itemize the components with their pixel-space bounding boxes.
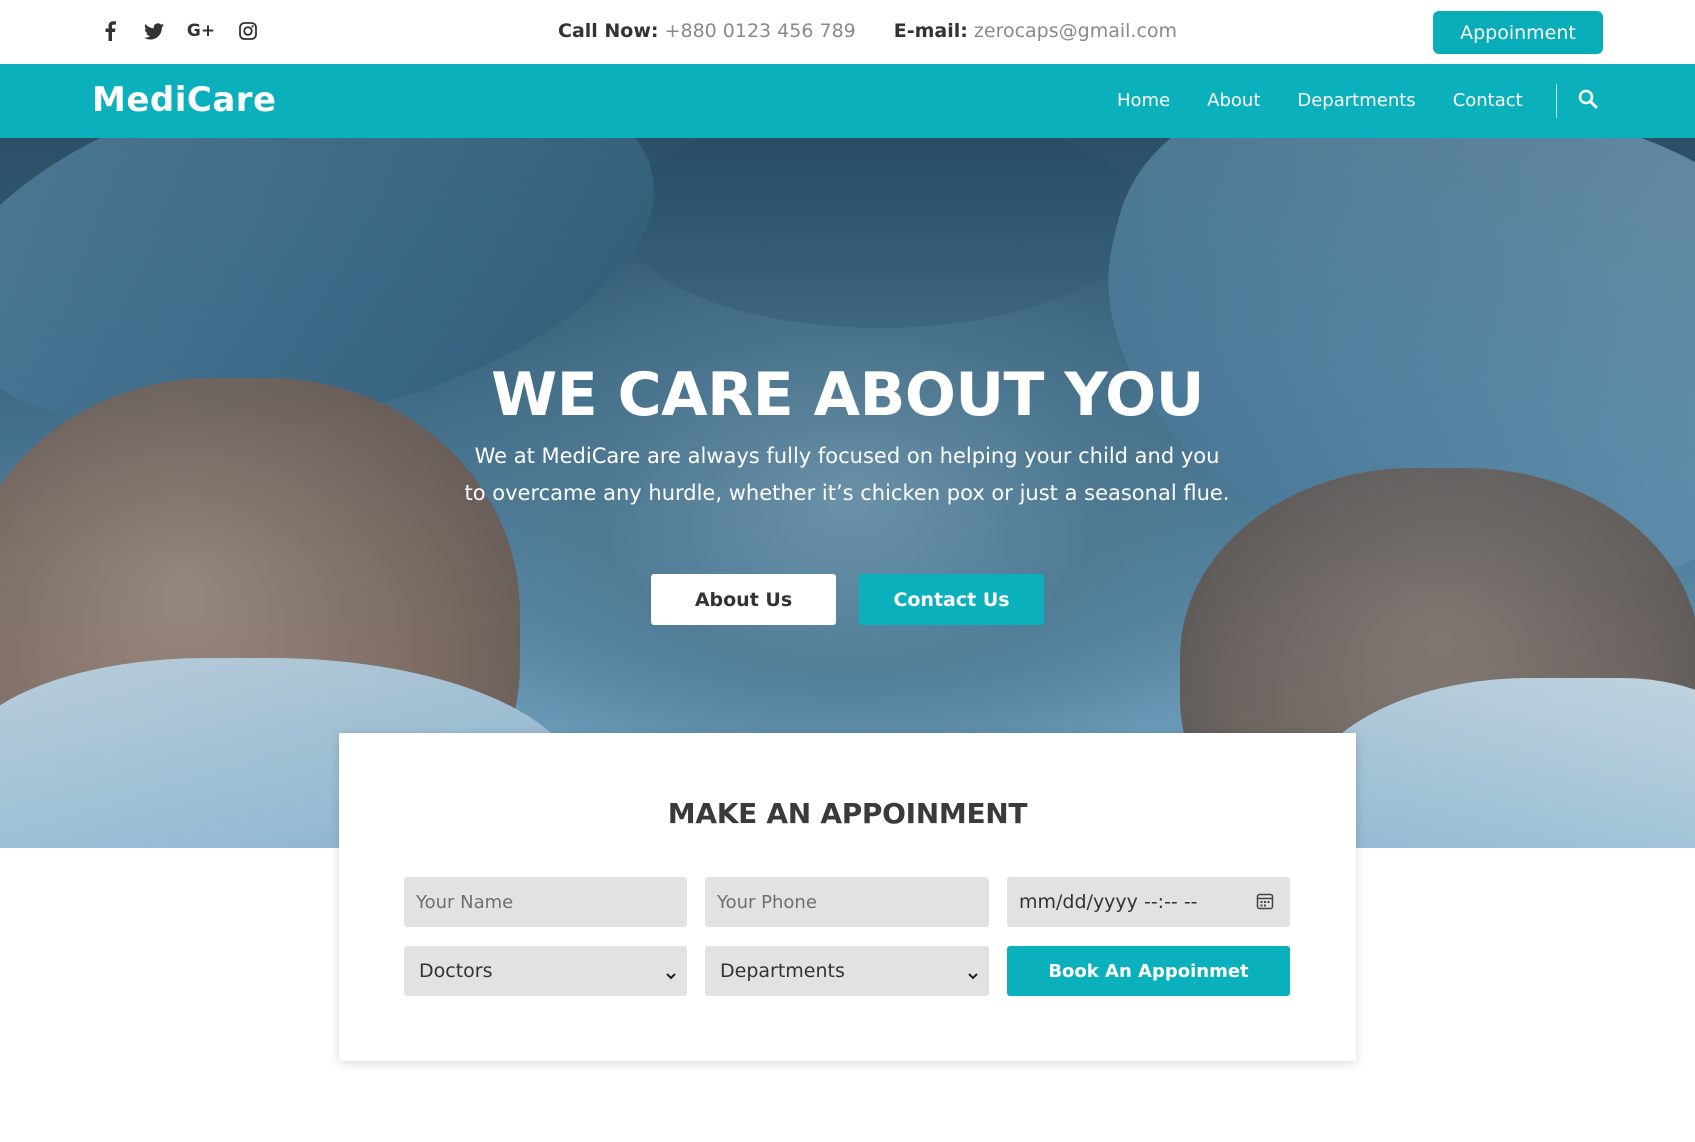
phone-input[interactable]: [705, 877, 989, 927]
departments-select-value: Departments: [720, 960, 845, 982]
hero-title: WE CARE ABOUT YOU: [491, 360, 1204, 430]
about-us-button[interactable]: About Us: [651, 574, 836, 625]
nav-about[interactable]: About: [1207, 90, 1260, 111]
datetime-placeholder: mm/dd/yyyy --:-- --: [1019, 891, 1198, 913]
google-plus-icon[interactable]: G+: [187, 19, 215, 43]
nav-links: Home About Departments Contact: [1117, 90, 1523, 111]
phone-info: Call Now: +880 0123 456 789: [558, 20, 856, 42]
search-icon[interactable]: [1578, 89, 1602, 113]
twitter-icon[interactable]: [144, 19, 164, 43]
call-value[interactable]: +880 0123 456 789: [665, 20, 856, 42]
call-label: Call Now:: [558, 20, 659, 42]
hero-subtitle-line-1: We at MediCare are always fully focused …: [474, 444, 1220, 468]
datetime-input[interactable]: mm/dd/yyyy --:-- --: [1007, 877, 1290, 927]
brand-logo[interactable]: MediCare: [92, 80, 277, 120]
social-links: G+: [100, 19, 258, 43]
top-bar: G+ Call Now: +880 0123 456 789 E-mail: z…: [0, 0, 1695, 64]
nav-home[interactable]: Home: [1117, 90, 1170, 111]
contact-info: Call Now: +880 0123 456 789 E-mail: zero…: [558, 20, 1177, 42]
instagram-icon[interactable]: [238, 19, 258, 43]
main-navbar: MediCare Home About Departments Contact: [0, 64, 1695, 138]
appointment-button[interactable]: Appoinment: [1433, 11, 1603, 54]
email-info: E-mail: zerocaps@gmail.com: [894, 20, 1177, 42]
nav-divider: [1556, 84, 1557, 118]
calendar-icon[interactable]: [1256, 892, 1276, 912]
hero-subtitle-line-2: to overcame any hurdle, whether it’s chi…: [464, 481, 1230, 505]
appointment-title: MAKE AN APPOINMENT: [667, 797, 1028, 830]
doctors-select-value: Doctors: [419, 960, 493, 982]
hero-subtitle: We at MediCare are always fully focused …: [447, 438, 1247, 512]
contact-us-button[interactable]: Contact Us: [859, 574, 1044, 625]
appointment-form-card: MAKE AN APPOINMENT mm/dd/yyyy --:-- -- D…: [339, 733, 1356, 1061]
doctors-select[interactable]: Doctors: [404, 946, 687, 996]
facebook-icon[interactable]: [100, 19, 120, 43]
email-value[interactable]: zerocaps@gmail.com: [974, 20, 1177, 42]
chevron-down-icon: [967, 965, 979, 980]
nav-contact[interactable]: Contact: [1453, 90, 1523, 111]
email-label: E-mail:: [893, 20, 968, 42]
name-input[interactable]: [404, 877, 687, 927]
nav-departments[interactable]: Departments: [1297, 90, 1415, 111]
book-appointment-button[interactable]: Book An Appoinmet: [1007, 946, 1290, 996]
departments-select[interactable]: Departments: [705, 946, 989, 996]
chevron-down-icon: [665, 965, 677, 980]
